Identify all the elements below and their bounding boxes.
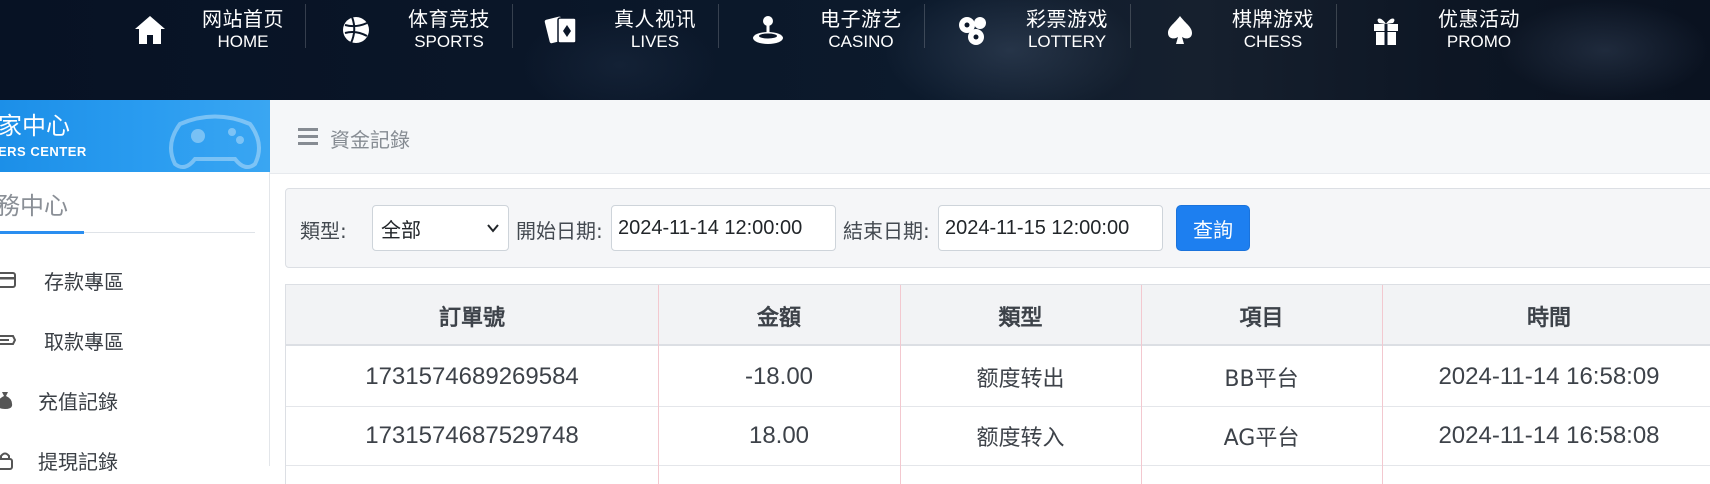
ball-icon	[336, 10, 376, 50]
nav-label-zh: 网站首页	[202, 7, 284, 31]
column-divider	[1382, 285, 1383, 484]
nav-item-lottery[interactable]: 彩票游戏 LOTTERY	[942, 0, 1148, 60]
nav-label-zh: 真人视讯	[614, 7, 696, 31]
nav-label-en: LOTTERY	[1027, 32, 1107, 51]
cell-amount: 18.00	[748, 422, 810, 449]
joystick-icon	[748, 10, 788, 50]
sidebar-item-label: 存款專區	[44, 269, 124, 294]
spade-icon	[1160, 10, 1200, 50]
start-date-input[interactable]	[611, 205, 836, 251]
nav-label-zh: 电子游艺	[820, 7, 902, 31]
cell-order-id: 1731574687529748	[365, 422, 579, 449]
deposit-card-icon	[0, 269, 16, 291]
query-button[interactable]: 查詢	[1176, 205, 1250, 251]
type-label: 類型:	[300, 219, 347, 243]
records-table: 訂單號 金額 類型 項目 時間 1731574689269584 -18.00 …	[285, 284, 1710, 484]
sidebar-item-label: 提現記錄	[38, 449, 118, 474]
sidebar: 務中心 存款專區 取款專區 充值記錄 提現記錄	[0, 172, 270, 474]
gift-icon	[1366, 10, 1406, 50]
money-bag-icon	[0, 389, 16, 411]
sidebar-header-title: 家中心	[0, 112, 70, 140]
nav-item-lives[interactable]: 真人视讯 LIVES	[530, 0, 736, 60]
sidebar-item-label: 充值記錄	[38, 389, 118, 414]
gamepad-icon	[160, 104, 270, 172]
nav-label-zh: 优惠活动	[1438, 7, 1520, 31]
cell-item: BB平台	[1224, 367, 1299, 392]
end-date-input[interactable]	[938, 205, 1163, 251]
nav-label-en: PROMO	[1446, 32, 1512, 51]
nav-item-home[interactable]: 网站首页 HOME	[118, 0, 324, 60]
home-icon	[130, 10, 170, 50]
sidebar-item-deposit[interactable]: 存款專區	[0, 260, 260, 300]
type-select[interactable]: 全部	[372, 205, 509, 251]
column-header: 類型	[998, 305, 1043, 331]
column-divider	[658, 285, 659, 484]
lottery-balls-icon	[954, 10, 994, 50]
column-header: 金額	[756, 305, 801, 331]
nav-label-zh: 棋牌游戏	[1232, 7, 1314, 31]
breadcrumb: 資金記錄	[330, 128, 410, 152]
cell-item: AG平台	[1223, 426, 1300, 451]
column-header: 項目	[1239, 305, 1284, 331]
filter-panel: 類型: 全部 開始日期: 結束日期: 查詢	[285, 188, 1710, 268]
sidebar-header: 家中心 ERS CENTER	[0, 100, 270, 172]
cell-order-id: 1731574689269584	[365, 363, 579, 390]
column-divider	[900, 285, 901, 484]
cell-amount: -18.00	[744, 363, 814, 390]
cell-time: 2024-11-14 16:58:09	[1438, 363, 1660, 390]
sidebar-item-withdraw[interactable]: 取款專區	[0, 320, 260, 360]
main-header: 資金記錄	[270, 100, 1710, 174]
nav-label-zh: 彩票游戏	[1026, 7, 1108, 31]
nav-label-en: CHESS	[1243, 32, 1303, 51]
type-select-value: 全部	[381, 217, 421, 242]
nav-label-en: SPORTS	[414, 32, 484, 51]
column-header: 訂單號	[438, 305, 505, 331]
cell-type: 额度转入	[976, 426, 1065, 451]
column-header: 時間	[1526, 305, 1571, 331]
withdraw-icon	[0, 329, 16, 351]
nav-label-zh: 体育竞技	[408, 7, 490, 31]
nav-item-chess[interactable]: 棋牌游戏 CHESS	[1148, 0, 1354, 60]
sidebar-item-recharge-records[interactable]: 充值記錄	[0, 380, 260, 420]
nav-label-en: HOME	[217, 32, 269, 51]
sidebar-section-title[interactable]: 務中心	[0, 186, 68, 221]
chevron-down-icon	[486, 220, 500, 239]
nav-item-casino[interactable]: 电子游艺 CASINO	[736, 0, 942, 60]
start-date-label: 開始日期:	[516, 219, 603, 243]
nav-label-en: LIVES	[630, 32, 680, 51]
nav-item-sports[interactable]: 体育竞技 SPORTS	[324, 0, 530, 60]
sidebar-header-subtitle: ERS CENTER	[0, 144, 87, 159]
cell-type: 额度转出	[976, 367, 1065, 392]
menu-icon[interactable]	[298, 126, 318, 150]
nav-label-en: CASINO	[828, 32, 894, 51]
active-tab-indicator	[0, 231, 84, 234]
lock-icon	[0, 449, 16, 471]
end-date-label: 結束日期:	[843, 219, 930, 243]
cards-icon	[542, 10, 582, 50]
sidebar-item-withdraw-records[interactable]: 提現記錄	[0, 440, 260, 480]
column-divider	[1141, 285, 1142, 484]
cell-time: 2024-11-14 16:58:08	[1438, 422, 1660, 449]
top-nav: 网站首页 HOME 体育竞技 SPORTS 真人视讯 LIVES 电子游艺 CASINO…	[0, 0, 1710, 100]
sidebar-item-label: 取款專區	[44, 329, 124, 354]
nav-item-promo[interactable]: 优惠活动 PROMO	[1354, 0, 1560, 60]
